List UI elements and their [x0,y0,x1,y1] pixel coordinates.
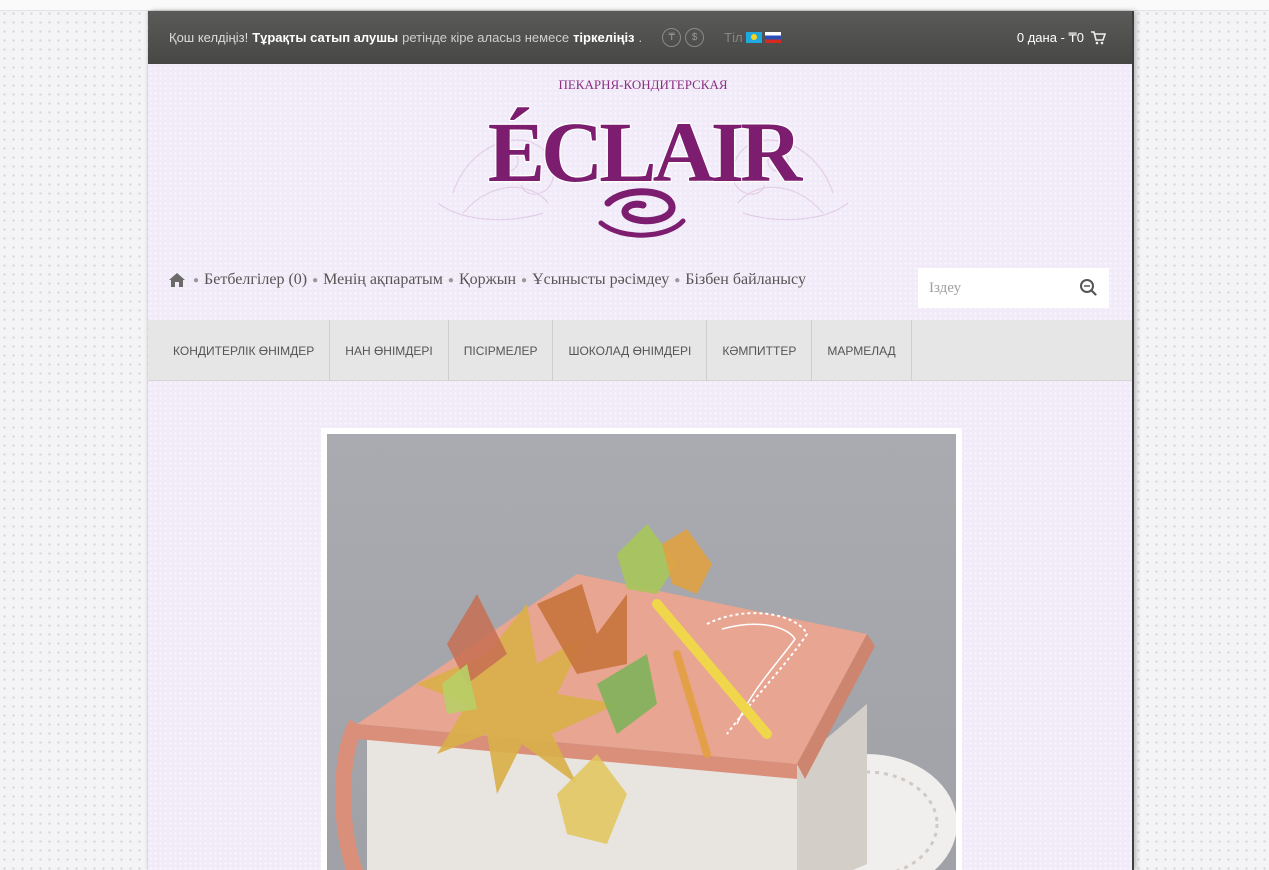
menu-item-pastries[interactable]: ПІСІРМЕЛЕР [449,320,554,381]
search-icon[interactable] [1079,278,1097,296]
search-input[interactable] [929,279,1069,297]
contact-link[interactable]: Бізбен байланысу [685,271,806,289]
link-separator: ● [674,274,681,286]
link-separator: ● [193,274,200,286]
menu-item-bread[interactable]: НАН ӨНІМДЕРІ [330,320,449,381]
currency-tenge-button[interactable]: ₸ [662,28,682,47]
regular-customer-link[interactable]: Тұрақты сатып алушы [252,30,398,45]
logo-subtitle: ПЕКАРНЯ-КОНДИТЕРСКАЯ [558,77,727,92]
register-link[interactable]: тіркеліңіз [573,30,634,45]
book-cake-image[interactable] [327,434,957,870]
register-suffix: . [638,30,643,45]
link-separator: ● [521,274,528,286]
russian-flag-icon[interactable] [764,32,781,43]
category-menu: КОНДИТЕРЛІК ӨНІМДЕР НАН ӨНІМДЕРІ ПІСІРМЕ… [148,320,1132,381]
kazakh-flag-icon[interactable] [745,32,762,43]
basket-link[interactable]: Қоржын [459,271,516,289]
logo-brand: ÉCLAIR [488,104,803,200]
eclair-logo[interactable]: ПЕКАРНЯ-КОНДИТЕРСКАЯ ÉCLAIR [433,73,853,248]
login-text: ретінде кіре аласыз немесе [402,30,570,45]
link-separator: ● [312,274,319,286]
home-icon[interactable] [168,272,186,288]
utility-links: ● Бетбелгілер (0) ● Менің ақпаратым ● Қо… [168,271,806,289]
menu-item-chocolate[interactable]: ШОКОЛАД ӨНІМДЕРІ [553,320,708,381]
menu-item-candies[interactable]: КӘМПИТТЕР [707,320,813,381]
link-separator: ● [447,274,454,286]
page-container: Қош келдіңіз! Тұрақты сатып алушы ретінд… [148,11,1132,870]
browser-top-edge [0,0,1269,11]
top-bar: Қош келдіңіз! Тұрақты сатып алушы ретінд… [148,11,1132,64]
cart-summary-text: 0 дана - ₸0 [1016,29,1084,45]
my-info-link[interactable]: Менің ақпаратым [323,271,443,289]
featured-image-frame [321,428,962,870]
currency-dollar-button[interactable]: $ [685,28,705,47]
cart-icon [1091,31,1106,45]
menu-item-marmalade[interactable]: МАРМЕЛАД [812,320,912,381]
language-label: Тіл [724,30,743,45]
menu-item-confectionery[interactable]: КОНДИТЕРЛІК ӨНІМДЕР [148,320,331,381]
welcome-text: Қош келдіңіз! [169,30,249,45]
checkout-link[interactable]: Ұсынысты рәсімдеу [532,271,669,289]
search-box [918,268,1109,308]
cart-summary[interactable]: 0 дана - ₸0 [1017,11,1106,64]
bookmarks-link[interactable]: Бетбелгілер (0) [204,271,307,289]
